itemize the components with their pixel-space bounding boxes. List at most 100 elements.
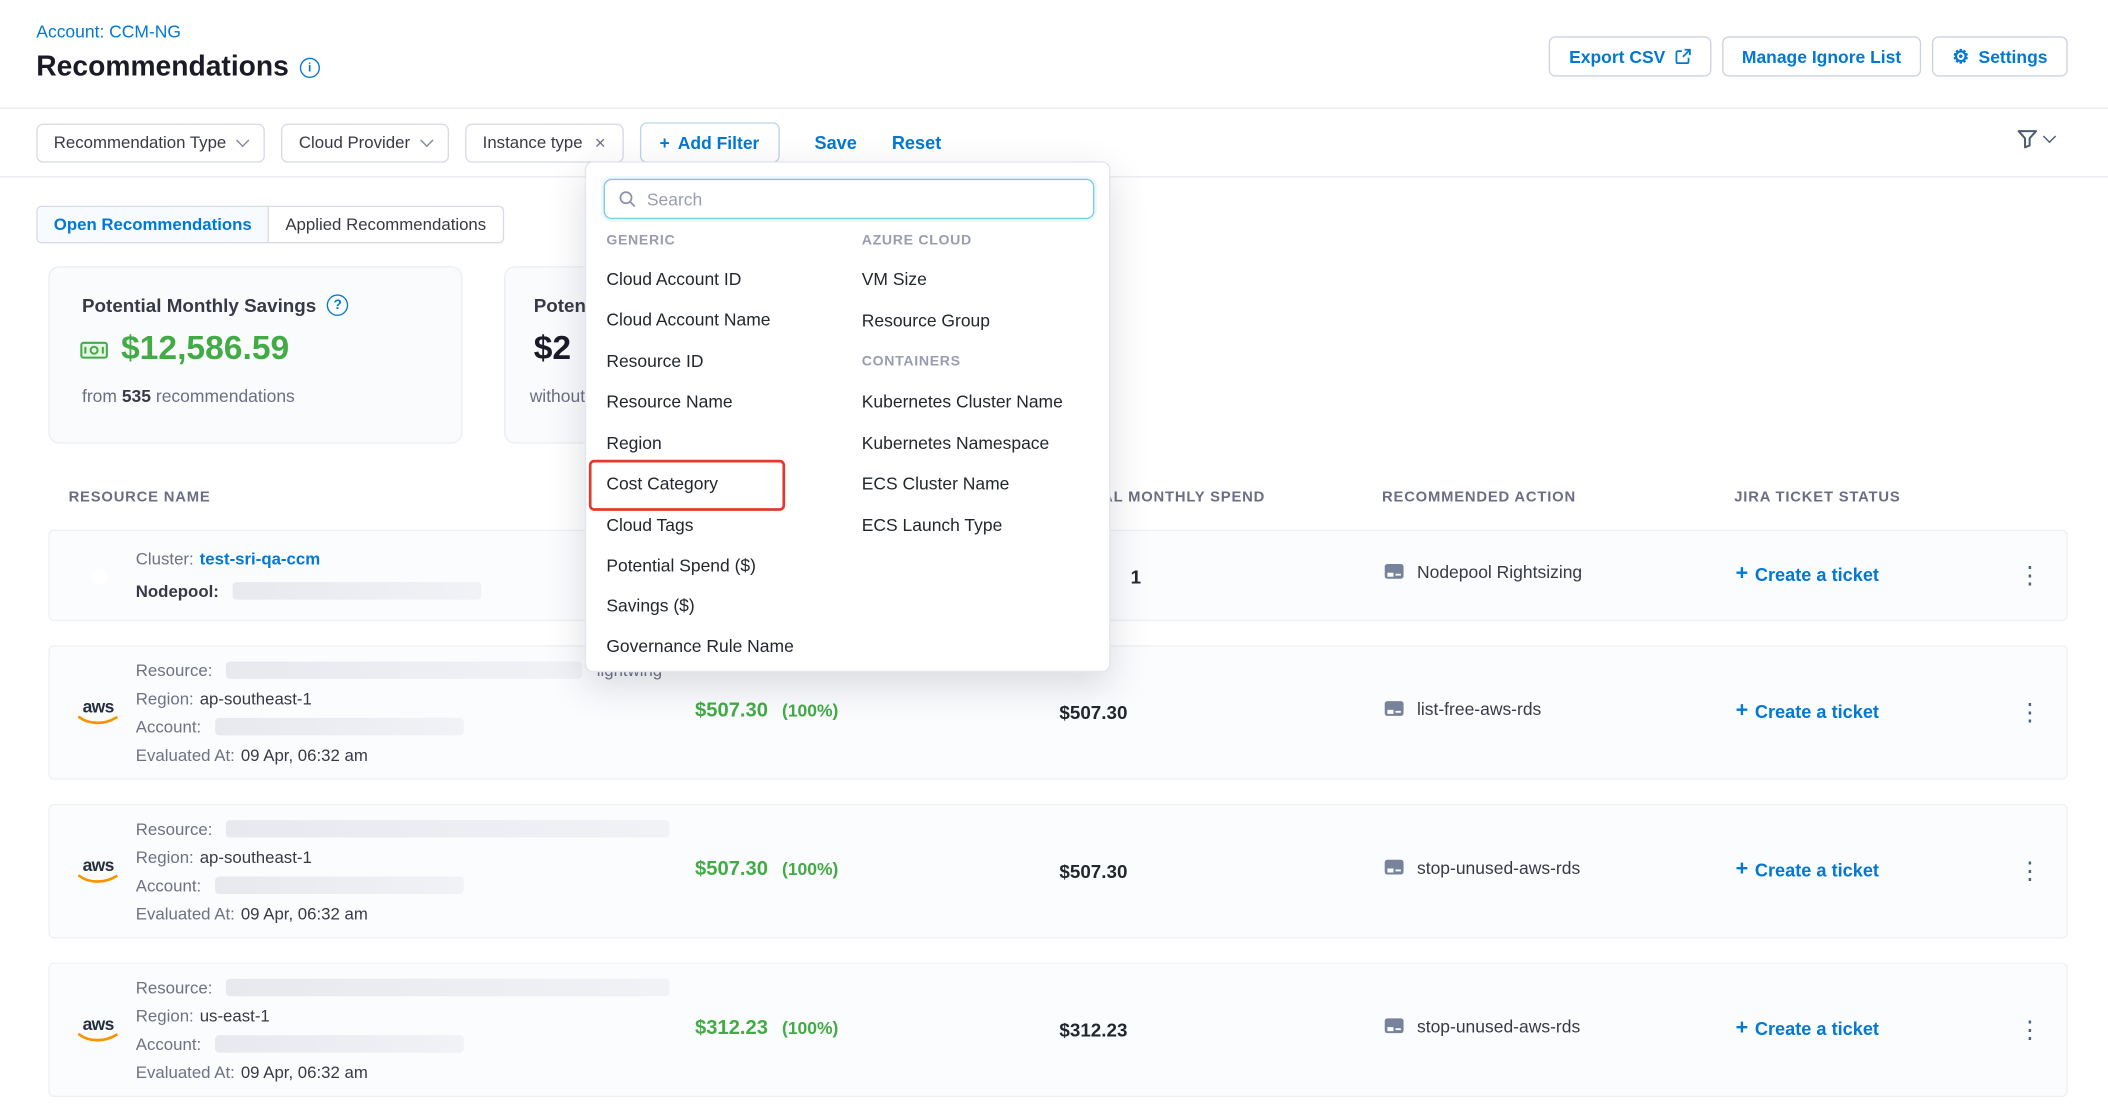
recommendations-page: Account: CCM-NG Recommendations i Export… <box>0 0 2108 1114</box>
header-divider <box>0 108 2108 109</box>
redacted-resource-value <box>226 979 670 996</box>
potential-monthly-savings-card: Potential Monthly Savings ? $12,586.59 f… <box>48 266 462 443</box>
region-value: ap-southeast-1 <box>200 690 312 709</box>
redacted-account-value <box>215 877 464 894</box>
action-icon <box>1383 698 1405 720</box>
filter-option-kubernetes-cluster-name[interactable]: Kubernetes Cluster Name <box>862 391 1063 411</box>
filter-option-vm-size[interactable]: VM Size <box>862 269 927 289</box>
redacted-resource-value <box>226 662 582 679</box>
create-ticket-label: Create a ticket <box>1755 860 1879 880</box>
monthly-savings-value: $507.30 <box>695 699 768 722</box>
evaluated-at-label: Evaluated At: <box>136 746 235 765</box>
header-actions: Export CSV Manage Ignore List ⚙ Settings <box>1549 36 2068 76</box>
external-link-icon <box>1675 48 1691 64</box>
export-csv-button[interactable]: Export CSV <box>1549 36 1711 76</box>
aws-icon: aws <box>77 698 120 726</box>
tab-open-recommendations[interactable]: Open Recommendations <box>38 207 270 242</box>
settings-button[interactable]: ⚙ Settings <box>1932 36 2068 76</box>
filter-option-region[interactable]: Region <box>606 433 661 453</box>
section-header-containers: CONTAINERS <box>862 354 961 370</box>
filter-option-kubernetes-namespace[interactable]: Kubernetes Namespace <box>862 433 1050 453</box>
plus-icon: + <box>1736 700 1749 722</box>
add-filter-button[interactable]: + Add Filter <box>639 122 779 162</box>
region-value: ap-southeast-1 <box>200 848 312 867</box>
settings-label: Settings <box>1979 46 2048 66</box>
save-filter-link[interactable]: Save <box>814 132 856 152</box>
filter-panel-toggle[interactable] <box>2017 129 2055 149</box>
savings-subtext-suffix: recommendations <box>156 386 295 406</box>
spend-card-title-fragment: Poten <box>534 294 586 316</box>
action-icon <box>1383 856 1405 878</box>
filter-chip-cloud-provider[interactable]: Cloud Provider <box>281 123 449 162</box>
question-icon[interactable]: ? <box>327 294 349 316</box>
manage-ignore-list-label: Manage Ignore List <box>1742 46 1901 66</box>
filter-option-resource-id[interactable]: Resource ID <box>606 351 703 371</box>
redacted-account-value <box>215 1036 464 1053</box>
filter-option-ecs-cluster-name[interactable]: ECS Cluster Name <box>862 473 1010 493</box>
create-ticket-button[interactable]: + Create a ticket <box>1736 859 1879 881</box>
monthly-savings-value: $507.30 <box>695 858 768 881</box>
tab-applied-recommendations[interactable]: Applied Recommendations <box>269 207 502 242</box>
filter-option-potential-spend[interactable]: Potential Spend ($) <box>606 555 756 575</box>
savings-amount: $12,586.59 <box>121 329 289 368</box>
plus-icon: + <box>660 132 670 152</box>
table-row[interactable]: aws Resource: Region: us-east-1 Account:… <box>48 963 2067 1097</box>
total-monthly-spend-value: $507.30 <box>1059 860 1127 882</box>
create-ticket-button[interactable]: + Create a ticket <box>1736 1018 1879 1040</box>
create-ticket-button[interactable]: + Create a ticket <box>1736 563 1879 585</box>
create-ticket-button[interactable]: + Create a ticket <box>1736 700 1879 722</box>
table-row[interactable]: aws Resource: Region: ap-southeast-1 Acc… <box>48 804 2067 938</box>
chevron-down-icon <box>420 133 433 146</box>
chip-label: Instance type <box>483 133 583 152</box>
redacted-account-value <box>215 718 464 735</box>
filter-option-governance-rule-name[interactable]: Governance Rule Name <box>606 636 794 656</box>
account-breadcrumb[interactable]: Account: CCM-NG <box>36 22 181 42</box>
chip-label: Recommendation Type <box>54 133 227 152</box>
filter-option-cloud-account-id[interactable]: Cloud Account ID <box>606 269 741 289</box>
plus-icon: + <box>1736 859 1749 881</box>
region-value: us-east-1 <box>200 1007 270 1026</box>
cluster-label: Cluster: <box>136 550 194 569</box>
filter-search-box <box>604 179 1095 219</box>
filter-option-cost-category[interactable]: Cost Category <box>606 473 718 493</box>
redacted-nodepool-value <box>233 582 482 599</box>
row-menu-kebab-icon[interactable]: ⋮ <box>2018 859 2042 883</box>
cluster-name-link[interactable]: test-sri-qa-ccm <box>200 550 320 569</box>
filter-option-cloud-account-name[interactable]: Cloud Account Name <box>606 309 770 329</box>
recommendations-tabs: Open Recommendations Applied Recommendat… <box>36 206 503 244</box>
recommended-action: stop-unused-aws-rds <box>1383 856 1580 878</box>
evaluated-at-value: 09 Apr, 06:32 am <box>241 905 368 924</box>
region-label: Region: <box>136 1007 194 1026</box>
filter-option-ecs-launch-type[interactable]: ECS Launch Type <box>862 515 1003 535</box>
info-icon[interactable]: i <box>300 57 320 77</box>
aws-icon: aws <box>77 856 120 884</box>
evaluated-at-value: 09 Apr, 06:32 am <box>241 746 368 765</box>
savings-percentage: (100%) <box>782 859 838 879</box>
close-icon[interactable]: × <box>595 133 606 152</box>
spend-subtext-fragment: without <box>530 386 585 406</box>
total-monthly-spend-value: $312.23 <box>1059 1019 1127 1041</box>
savings-card-title: Potential Monthly Savings <box>82 294 316 316</box>
row-menu-kebab-icon[interactable]: ⋮ <box>2018 563 2042 587</box>
filter-search-input[interactable] <box>647 189 1080 209</box>
row-menu-kebab-icon[interactable]: ⋮ <box>2018 1018 2042 1042</box>
reset-filter-link[interactable]: Reset <box>892 132 941 152</box>
filter-option-resource-group[interactable]: Resource Group <box>862 311 990 331</box>
filter-chip-instance-type[interactable]: Instance type × <box>465 123 623 162</box>
export-csv-label: Export CSV <box>1569 46 1665 66</box>
filter-bar: Recommendation Type Cloud Provider Insta… <box>36 122 941 162</box>
filter-option-resource-name[interactable]: Resource Name <box>606 391 732 411</box>
savings-percentage: (100%) <box>782 700 838 720</box>
col-header-jira-ticket-status: JIRA TICKET STATUS <box>1734 489 1900 505</box>
plus-icon: + <box>1736 1018 1749 1040</box>
recommended-action: stop-unused-aws-rds <box>1383 1015 1580 1037</box>
filter-option-cloud-tags[interactable]: Cloud Tags <box>606 515 693 535</box>
section-header-azure-cloud: AZURE CLOUD <box>862 233 972 249</box>
create-ticket-label: Create a ticket <box>1755 564 1879 584</box>
action-icon <box>1383 1015 1405 1037</box>
row-menu-kebab-icon[interactable]: ⋮ <box>2018 700 2042 724</box>
evaluated-at-label: Evaluated At: <box>136 1063 235 1082</box>
manage-ignore-list-button[interactable]: Manage Ignore List <box>1722 36 1922 76</box>
filter-chip-recommendation-type[interactable]: Recommendation Type <box>36 123 265 162</box>
filter-option-savings[interactable]: Savings ($) <box>606 596 694 616</box>
